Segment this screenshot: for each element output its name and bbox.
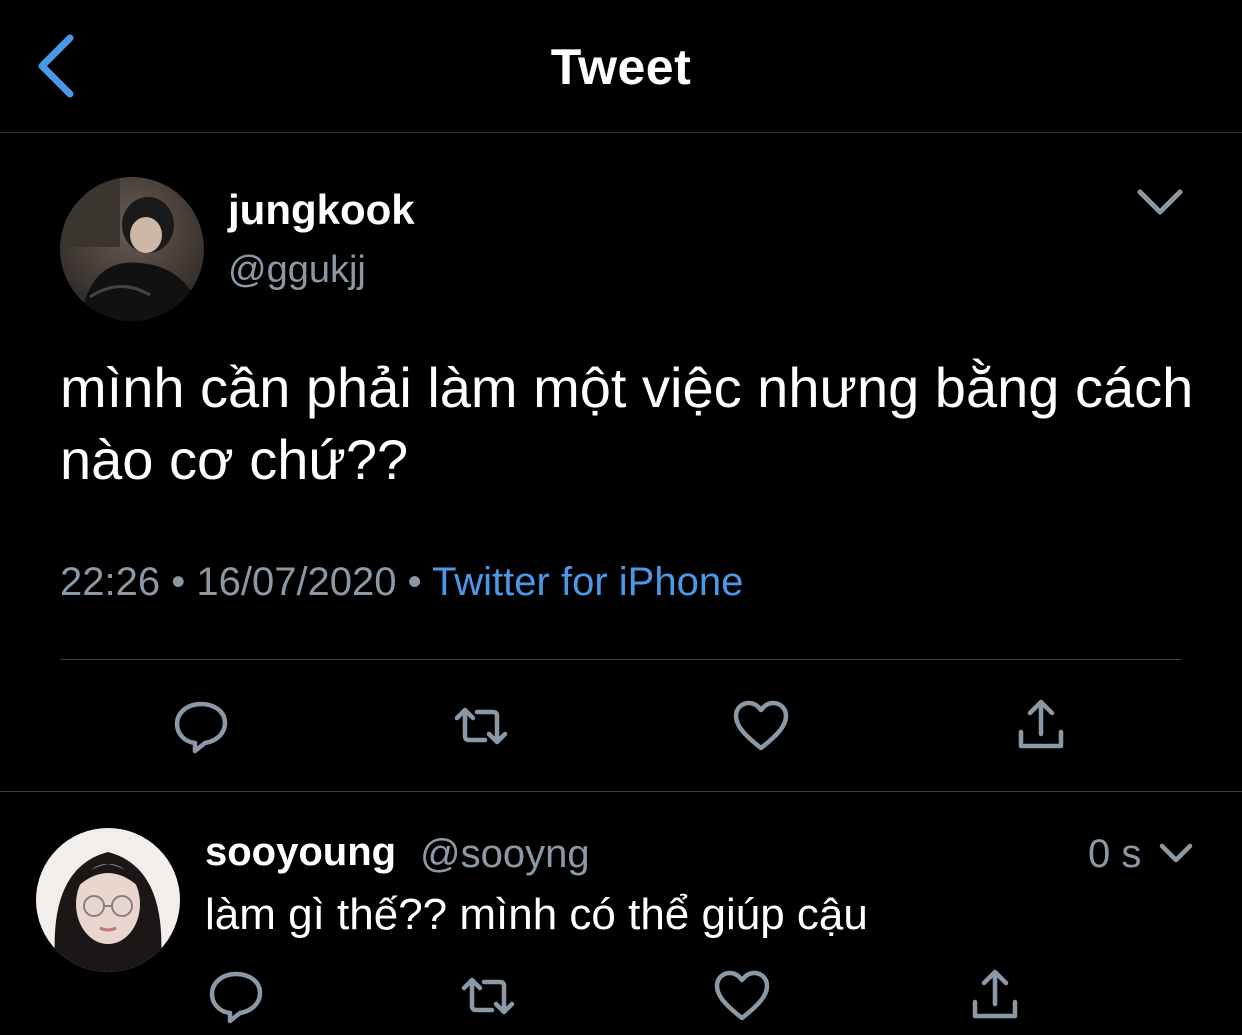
tweet-options-button[interactable]: [1130, 180, 1190, 224]
retweet-button[interactable]: [458, 966, 518, 1026]
reply-button[interactable]: [206, 966, 266, 1026]
like-icon: [714, 970, 770, 1021]
share-icon: [1018, 699, 1064, 749]
tweet-action-bar: [0, 696, 1242, 756]
divider: [0, 791, 1242, 792]
tweet-source-link[interactable]: Twitter for iPhone: [432, 560, 743, 604]
like-icon: [733, 700, 789, 751]
avatar[interactable]: [60, 177, 204, 321]
meta-separator: •: [160, 560, 197, 604]
like-button[interactable]: [712, 966, 772, 1026]
reply-text: làm gì thế?? mình có thể giúp cậu: [205, 890, 868, 939]
tweet-time: 22:26: [60, 560, 161, 604]
reply-author-display-name[interactable]: sooyoung: [205, 830, 396, 875]
meta-separator: •: [396, 560, 433, 604]
page-title: Tweet: [550, 39, 692, 95]
tweet-detail-screen: Tweet jungkook @ggukjj mình cần phải làm…: [0, 0, 1242, 1035]
avatar-image: [60, 177, 204, 321]
top-nav-bar: Tweet: [0, 0, 1242, 133]
tweet-text: mình cần phải làm một việc nhưng bằng cá…: [60, 356, 1194, 491]
author-display-name[interactable]: jungkook: [228, 186, 415, 234]
reply-author-handle[interactable]: @sooyng: [420, 832, 590, 877]
retweet-button[interactable]: [451, 696, 511, 756]
share-button[interactable]: [1011, 696, 1071, 756]
reply-icon: [174, 701, 228, 754]
chevron-down-icon: [1159, 843, 1193, 863]
reply-timestamp: 0 s: [1088, 832, 1142, 876]
reply-options-button[interactable]: [1156, 838, 1196, 870]
chevron-down-icon: [1137, 189, 1183, 215]
share-icon: [972, 969, 1018, 1019]
reply-button[interactable]: [171, 696, 231, 756]
tweet-meta: 22:26 • 16/07/2020 • Twitter for iPhone: [60, 560, 743, 605]
tweet-date: 16/07/2020: [196, 560, 397, 604]
reply-avatar[interactable]: [36, 828, 180, 972]
author-handle[interactable]: @ggukjj: [228, 249, 366, 292]
avatar-image: [36, 828, 180, 972]
divider: [60, 659, 1182, 660]
reply-icon: [209, 971, 263, 1024]
like-button[interactable]: [731, 696, 791, 756]
retweet-icon: [461, 977, 515, 1015]
share-button[interactable]: [965, 966, 1025, 1026]
retweet-icon: [454, 707, 508, 745]
reply-action-bar: [0, 966, 1242, 1026]
